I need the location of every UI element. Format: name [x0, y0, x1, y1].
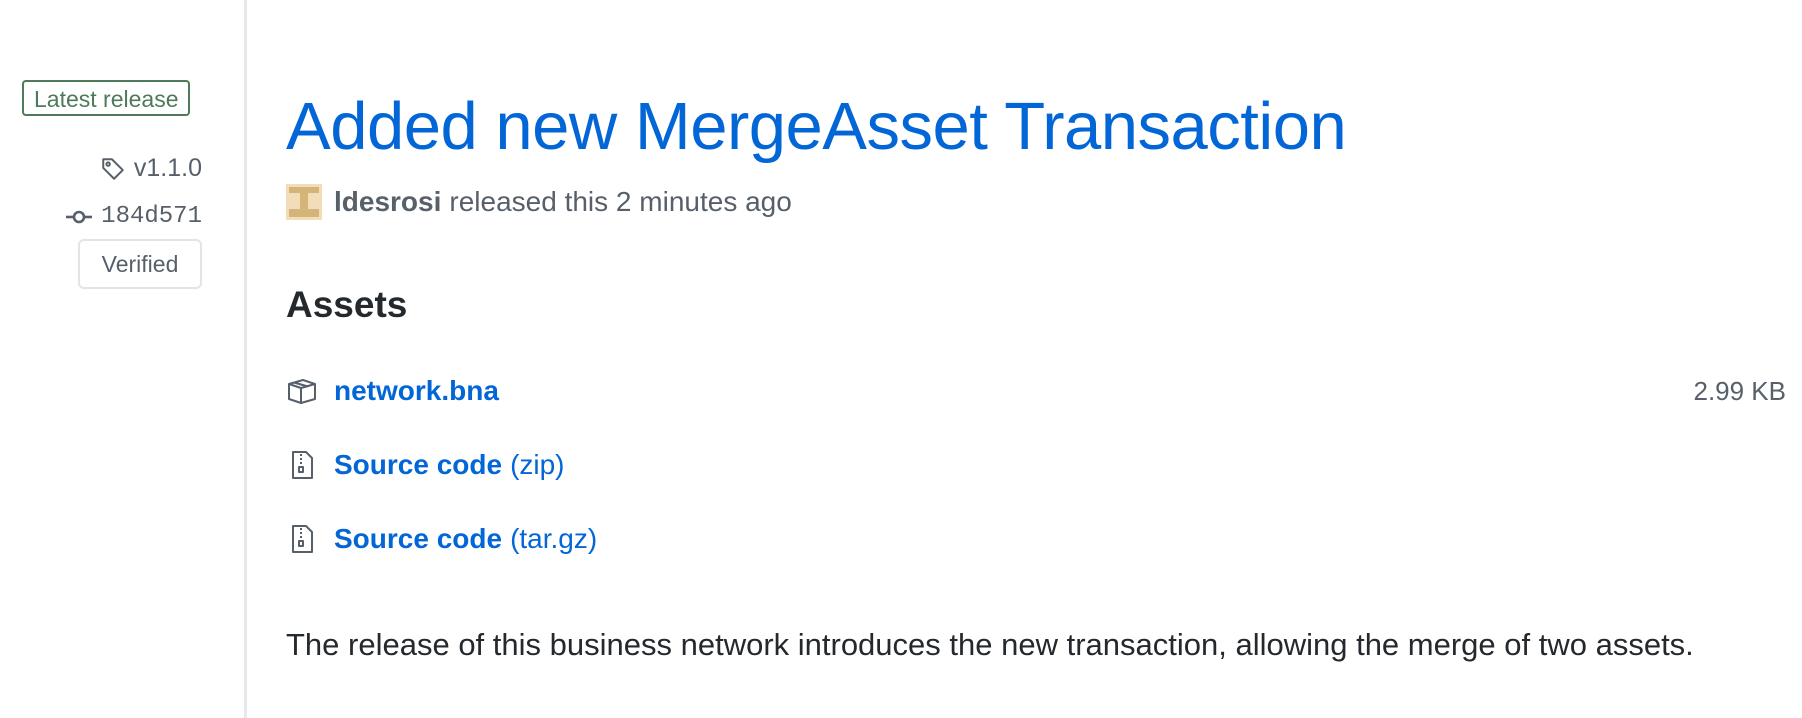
- release-page: Latest release v1.1.0 184d571 Verified A…: [0, 0, 1802, 718]
- release-byline: ldesrosi released this 2 minutes ago: [286, 184, 792, 220]
- commit-sha-link[interactable]: 184d571: [101, 203, 202, 230]
- tag-icon: [100, 156, 126, 182]
- latest-release-badge: Latest release: [22, 80, 191, 116]
- release-tag[interactable]: v1.1.0: [100, 154, 202, 183]
- asset-size: 2.99 KB: [1693, 376, 1786, 406]
- asset-format-label[interactable]: (zip): [510, 449, 564, 481]
- asset-item: Source code (tar.gz): [286, 517, 1786, 561]
- release-commit[interactable]: 184d571: [65, 203, 202, 230]
- asset-item: network.bna 2.99 KB: [286, 369, 1786, 413]
- git-commit-icon: [65, 207, 93, 227]
- file-zip-icon: [286, 523, 318, 555]
- file-zip-icon: [286, 449, 318, 481]
- asset-item: Source code (zip): [286, 443, 1786, 487]
- package-icon: [286, 375, 318, 407]
- asset-format-label[interactable]: (tar.gz): [510, 523, 597, 555]
- source-code-targz-link[interactable]: Source code: [334, 523, 502, 555]
- release-title[interactable]: Added new MergeAsset Transaction: [286, 88, 1347, 165]
- release-description: The release of this business network int…: [286, 627, 1694, 662]
- tag-name[interactable]: v1.1.0: [134, 154, 202, 183]
- verified-badge[interactable]: Verified: [78, 239, 202, 289]
- release-meta-sidebar: Latest release v1.1.0 184d571 Verified: [0, 0, 247, 718]
- assets-heading: Assets: [286, 284, 408, 325]
- source-code-zip-link[interactable]: Source code: [334, 449, 502, 481]
- author-link[interactable]: ldesrosi: [334, 186, 441, 218]
- released-time-text: released this 2 minutes ago: [449, 186, 792, 217]
- avatar[interactable]: [286, 184, 322, 220]
- asset-download-link[interactable]: network.bna: [334, 375, 499, 407]
